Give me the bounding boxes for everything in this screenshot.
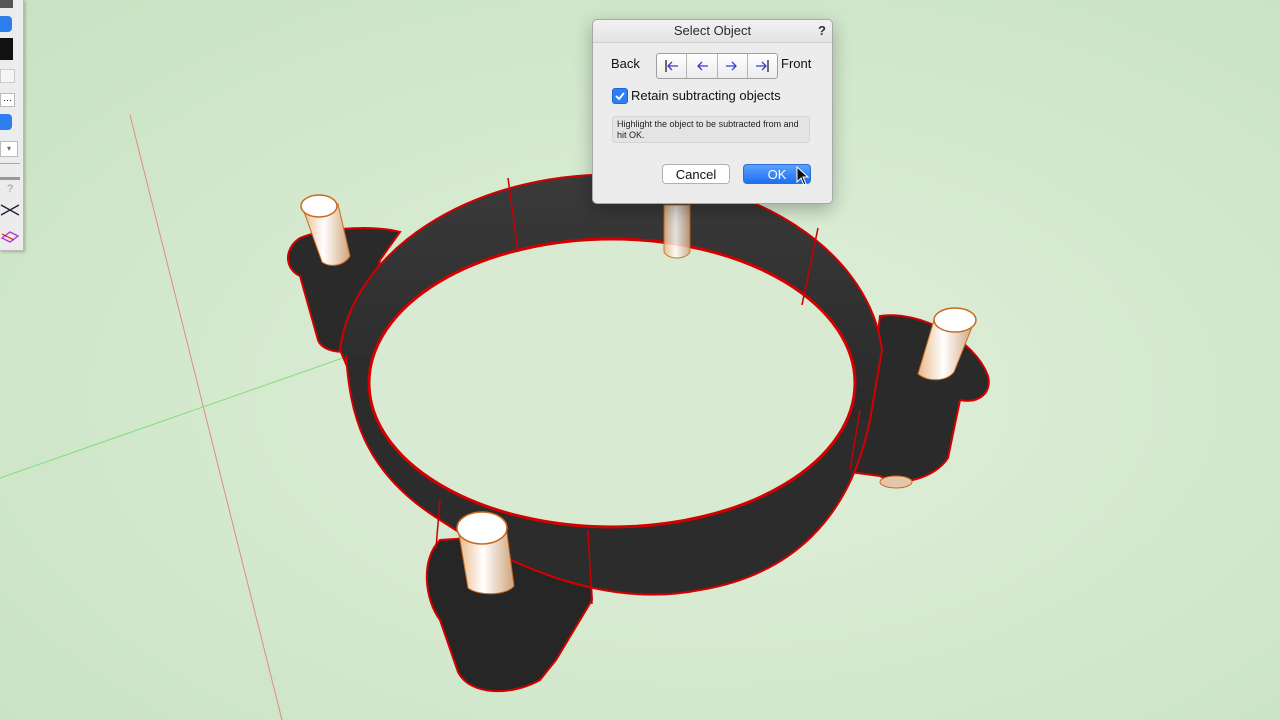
front-label: Front [781, 56, 812, 71]
pin-under-right[interactable] [879, 475, 913, 489]
more-button[interactable]: … [0, 93, 15, 107]
last-icon[interactable] [748, 54, 777, 78]
object-nav-segmented-control [656, 53, 778, 79]
blank-swatch[interactable] [0, 69, 15, 83]
next-icon[interactable] [718, 54, 748, 78]
back-label: Back [611, 56, 640, 71]
x-axis-icon[interactable] [0, 200, 20, 220]
chevron-down-icon[interactable]: ▾ [0, 141, 18, 157]
dropdown-icon[interactable] [0, 114, 12, 130]
red-axis-line [129, 114, 283, 720]
pin-back[interactable] [663, 204, 691, 259]
ring-solid[interactable] [338, 173, 884, 605]
help-button[interactable]: ? [816, 23, 828, 39]
plane-icon[interactable] [0, 226, 20, 246]
help-icon[interactable]: ? [0, 183, 20, 197]
tool-palette: … ▾ ? [0, 0, 24, 251]
fill-color-swatch[interactable] [0, 38, 13, 60]
first-icon[interactable] [657, 54, 688, 78]
cancel-button[interactable]: Cancel [662, 164, 730, 184]
color-swatch-icon[interactable] [0, 0, 13, 8]
dropdown-icon[interactable] [0, 16, 12, 32]
divider [0, 163, 20, 164]
retain-subtracting-checkbox[interactable] [612, 88, 628, 104]
divider [0, 177, 20, 180]
previous-icon[interactable] [687, 54, 718, 78]
instruction-text: Highlight the object to be subtracted fr… [612, 116, 810, 143]
dialog-title: Select Object [593, 20, 832, 43]
retain-subtracting-label[interactable]: Retain subtracting objects [631, 88, 781, 103]
mouse-cursor-icon [796, 166, 810, 186]
